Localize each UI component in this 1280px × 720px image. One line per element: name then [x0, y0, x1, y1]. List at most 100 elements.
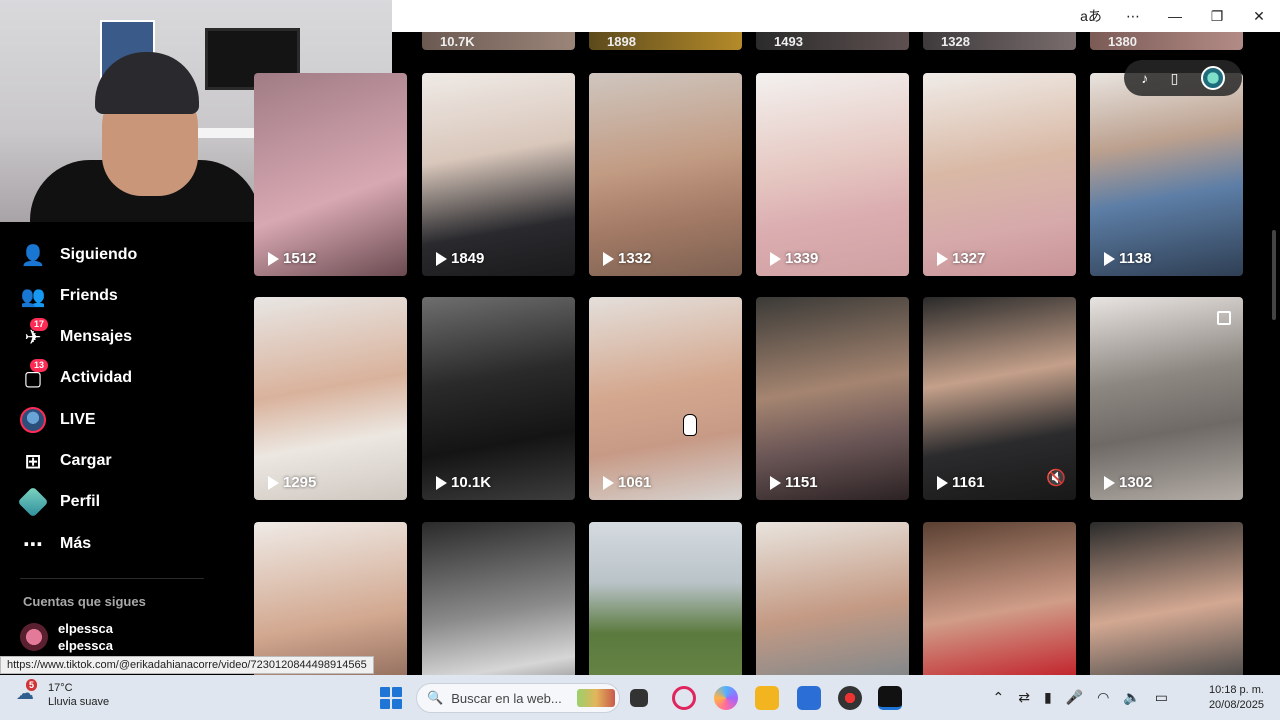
browser-app-icon[interactable] [838, 686, 862, 710]
view-counter: 1339 [770, 250, 818, 267]
volume-icon[interactable]: 🔈 [1123, 689, 1140, 706]
video-thumb[interactable]: 1332 [589, 73, 742, 276]
maximize-button[interactable]: ❐ [1196, 0, 1238, 32]
translate-icon[interactable]: aあ [1070, 0, 1112, 32]
search-icon: 🔍 [427, 690, 444, 705]
windows-taskbar: ☁ 5 17°C Lluvia suave 🔍 Buscar en la web.… [0, 675, 1280, 720]
friends-icon: 👥 [20, 285, 46, 308]
weather-widget[interactable]: ☁ 5 17°C Lluvia suave [16, 679, 109, 709]
followed-account-avatar [20, 623, 48, 651]
video-thumb-top[interactable]: 10.7K [422, 32, 575, 50]
taskbar-search[interactable]: 🔍 Buscar en la web... [416, 683, 620, 713]
opera-icon[interactable] [672, 686, 696, 710]
task-view-icon[interactable] [630, 689, 648, 707]
scrollbar[interactable] [1272, 230, 1276, 320]
view-counter: 1295 [268, 474, 316, 491]
sidebar-item-label: LIVE [60, 411, 96, 428]
sidebar-item-friends[interactable]: 👥 Friends [20, 281, 118, 311]
view-count: 1138 [1119, 250, 1152, 267]
video-grid: 10.7K 1898 1493 1328 1380 1512 1849 1332… [254, 32, 1254, 675]
video-thumb[interactable]: 1512 [254, 73, 407, 276]
copilot-icon[interactable] [714, 686, 738, 710]
play-icon [603, 475, 614, 490]
floating-toolbar: ♪ ▯ [1124, 60, 1242, 96]
switch-icon[interactable]: ⇄ [1018, 689, 1030, 706]
tiktok-icon[interactable]: ♪ [1141, 70, 1148, 86]
sidebar-item-label: Mensajes [60, 328, 133, 345]
followed-account-display-name: elpessca [58, 638, 113, 653]
video-thumb[interactable]: 1151 [756, 297, 909, 500]
video-thumb[interactable]: 1339 [756, 73, 909, 276]
link-status-url: https://www.tiktok.com/@erikadahianacorr… [0, 656, 374, 674]
windows-start-icon[interactable] [380, 687, 402, 709]
sidebar-item-label: Perfil [60, 493, 101, 510]
view-counter: 1327 [937, 250, 985, 267]
play-icon [1104, 251, 1115, 266]
video-thumb[interactable]: 10.1K [422, 297, 575, 500]
messages-icon: ✈ 17 [20, 318, 49, 350]
sidebar-item-mensajes[interactable]: ✈ 17 Mensajes [20, 318, 133, 352]
video-thumb[interactable]: 1161 🔇 [923, 297, 1076, 500]
microsoft-store-icon[interactable] [797, 686, 821, 710]
view-count: 1849 [451, 250, 485, 267]
followed-account-item[interactable]: elpessca elpessca [20, 620, 113, 654]
view-count: 1061 [618, 474, 652, 491]
more-options-icon[interactable]: ⋯ [1112, 0, 1154, 32]
sidebar-nav: 👤 Siguiendo 👥 Friends ✈ 17 Mensajes ▢ 13… [0, 222, 240, 656]
video-thumb-top[interactable]: 1898 [589, 32, 742, 50]
chevron-up-icon[interactable]: ⌃ [992, 689, 1004, 706]
live-avatar-icon [20, 407, 46, 433]
view-counter: 1161 [937, 474, 985, 491]
play-icon [603, 251, 614, 266]
wifi-icon[interactable]: ◠ [1097, 689, 1109, 706]
view-count: 1151 [785, 474, 818, 491]
view-count: 1380 [1108, 34, 1137, 49]
taskbar-clock[interactable]: 10:18 p. m. 20/08/2025 [1209, 683, 1264, 713]
search-highlight-image [577, 689, 615, 707]
mute-icon[interactable]: 🔇 [1046, 468, 1066, 488]
view-count: 1302 [1119, 474, 1153, 491]
play-icon [436, 251, 447, 266]
play-icon [1104, 475, 1115, 490]
video-thumb[interactable] [1090, 522, 1243, 675]
video-thumb[interactable]: 1327 [923, 73, 1076, 276]
account-avatar[interactable] [1200, 66, 1225, 90]
video-thumb[interactable] [923, 522, 1076, 675]
battery-icon[interactable]: ▭ [1155, 689, 1168, 706]
microphone-icon[interactable]: 🎤 [1066, 689, 1083, 706]
sidebar-item-mas[interactable]: ⋯ Más [20, 529, 91, 559]
video-thumb[interactable]: 1138 [1090, 73, 1243, 276]
video-thumb[interactable]: 1061 [589, 297, 742, 500]
video-thumb-top[interactable]: 1380 [1090, 32, 1243, 50]
video-thumb[interactable] [254, 522, 407, 675]
expand-icon[interactable] [1217, 311, 1231, 325]
phone-icon[interactable]: ▯ [1171, 70, 1179, 87]
play-icon [770, 251, 781, 266]
minimize-button[interactable]: — [1154, 0, 1196, 32]
sidebar-item-actividad[interactable]: ▢ 13 Actividad [20, 359, 132, 393]
sidebar-item-cargar[interactable]: ⊞ Cargar [20, 446, 112, 476]
close-button[interactable]: ✕ [1238, 0, 1280, 32]
sidebar-item-perfil[interactable]: Perfil [17, 486, 101, 518]
video-thumb[interactable] [589, 522, 742, 675]
video-thumb[interactable] [422, 522, 575, 675]
view-count: 1161 [952, 474, 985, 491]
video-thumb-top[interactable]: 1328 [923, 32, 1076, 50]
video-thumb-top[interactable]: 1493 [756, 32, 909, 50]
tiktok-app-icon[interactable] [878, 686, 902, 710]
video-thumb[interactable]: 1295 [254, 297, 407, 500]
view-counter: 1302 [1104, 474, 1152, 491]
video-thumb[interactable]: 1302 [1090, 297, 1243, 500]
activity-badge: 13 [30, 359, 49, 372]
upload-icon: ⊞ [24, 450, 42, 473]
video-thumb[interactable] [756, 522, 909, 675]
video-thumb[interactable]: 1849 [422, 73, 575, 276]
play-icon [937, 251, 948, 266]
audio-meter-icon[interactable]: ▮ [1044, 689, 1052, 706]
sidebar-item-siguiendo[interactable]: 👤 Siguiendo [20, 240, 138, 270]
sidebar-item-live[interactable]: LIVE [20, 405, 96, 435]
view-counter: 1512 [268, 250, 316, 267]
view-count: 1327 [952, 250, 986, 267]
file-explorer-icon[interactable] [755, 686, 779, 710]
view-count: 1328 [941, 34, 970, 49]
